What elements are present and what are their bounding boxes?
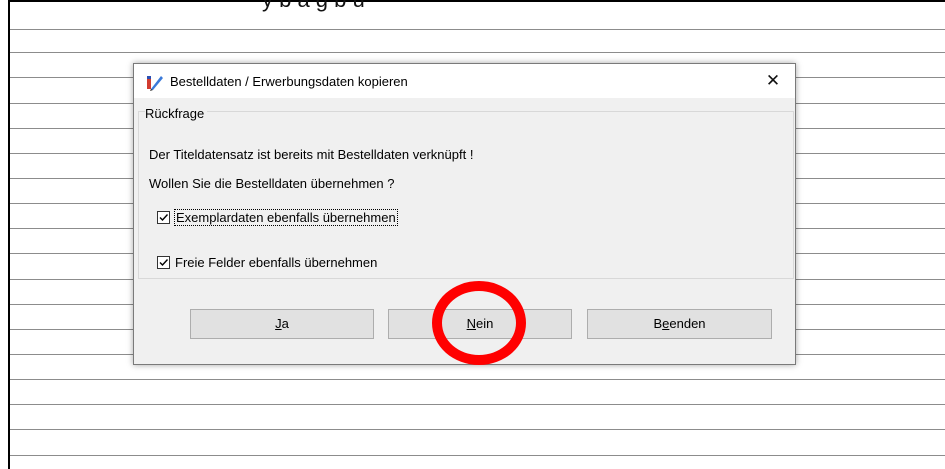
dialog-title: Bestelldaten / Erwerbungsdaten kopieren [170, 74, 408, 89]
checkmark-icon [159, 213, 169, 221]
background-caption: y b ä g b ü [262, 0, 365, 13]
button-label-rest: enden [669, 316, 706, 331]
group-label: Rückfrage [145, 106, 208, 121]
button-label-prefix: B [653, 316, 663, 331]
yes-button[interactable]: Ja [190, 309, 374, 339]
pen-edit-icon [146, 73, 164, 91]
ruled-line [10, 455, 945, 456]
checkbox-box[interactable] [157, 255, 170, 269]
highlight-ring [432, 281, 526, 365]
exit-button[interactable]: Beenden [587, 309, 772, 339]
ruled-line [10, 52, 945, 53]
close-icon[interactable]: ✕ [751, 64, 795, 98]
dialog-titlebar[interactable]: Bestelldaten / Erwerbungsdaten kopieren … [134, 64, 795, 98]
checkbox-box[interactable] [157, 210, 170, 224]
checkmark-icon [159, 258, 169, 266]
ruled-line [10, 29, 945, 30]
checkbox-label[interactable]: Exemplardaten ebenfalls übernehmen [174, 208, 398, 226]
message-line-2: Wollen Sie die Bestelldaten übernehmen ? [149, 176, 395, 191]
checkbox-label[interactable]: Freie Felder ebenfalls übernehmen [174, 255, 378, 270]
checkbox-copy-items[interactable]: Exemplardaten ebenfalls übernehmen [157, 208, 398, 226]
ruled-line [10, 404, 945, 405]
ruled-line [10, 379, 945, 380]
ruled-line [10, 429, 945, 430]
checkbox-copy-free-fields[interactable]: Freie Felder ebenfalls übernehmen [157, 253, 378, 271]
message-line-1: Der Titeldatensatz ist bereits mit Beste… [149, 147, 474, 162]
button-label-rest: a [281, 316, 289, 331]
